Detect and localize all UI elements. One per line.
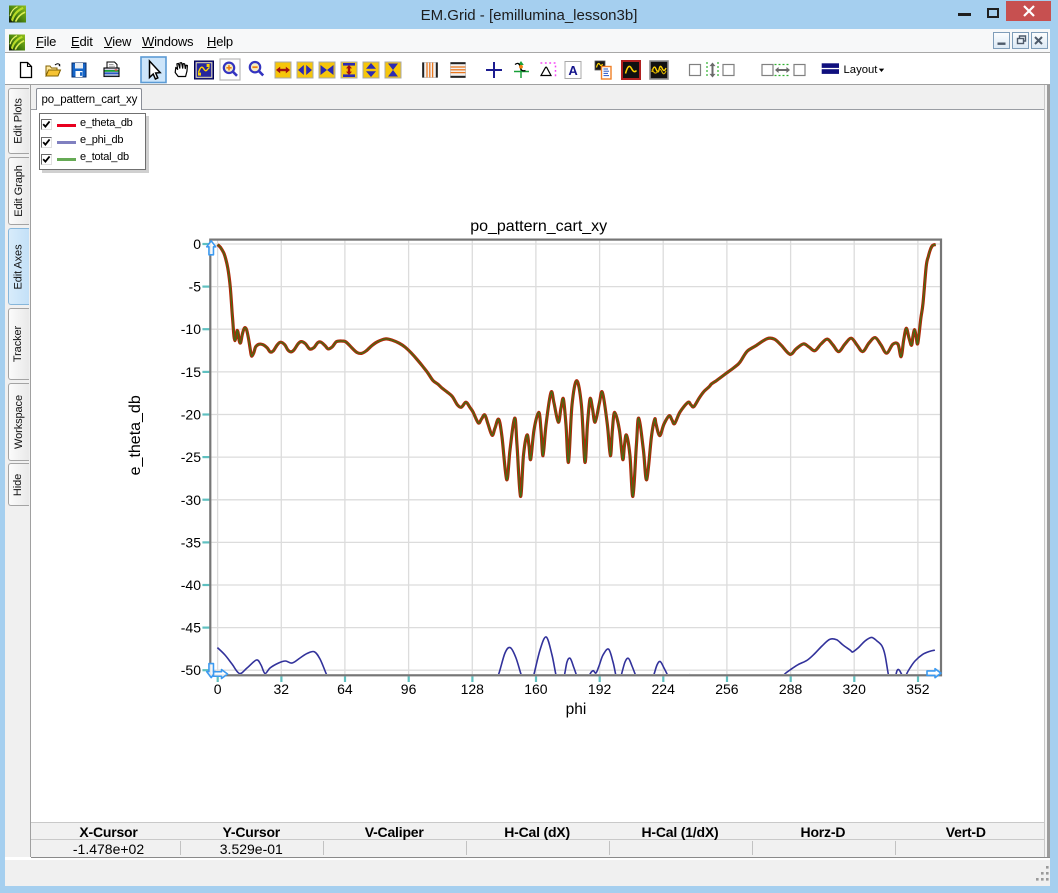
- svg-text:256: 256: [715, 681, 739, 697]
- svg-text:160: 160: [524, 681, 548, 697]
- svg-text:-35: -35: [181, 534, 201, 550]
- svg-text:-30: -30: [181, 492, 201, 508]
- svg-text:-10: -10: [181, 321, 201, 337]
- svg-text:-20: -20: [181, 407, 201, 423]
- svg-text:224: 224: [652, 681, 676, 697]
- svg-text:A: A: [568, 63, 578, 78]
- svg-text:192: 192: [588, 681, 612, 697]
- svg-text:phi: phi: [566, 701, 587, 718]
- svg-text:-45: -45: [181, 620, 201, 636]
- svg-text:-50: -50: [181, 662, 201, 678]
- svg-text:0: 0: [214, 681, 222, 697]
- svg-text:-15: -15: [181, 364, 201, 380]
- svg-text:288: 288: [779, 681, 803, 697]
- svg-text:-25: -25: [181, 449, 201, 465]
- svg-text:352: 352: [906, 681, 930, 697]
- svg-text:-40: -40: [181, 577, 201, 593]
- svg-text:0: 0: [193, 236, 201, 252]
- svg-text:e_theta_db: e_theta_db: [127, 395, 144, 475]
- svg-text:Layout: Layout: [844, 64, 879, 76]
- svg-text:po_pattern_cart_xy: po_pattern_cart_xy: [470, 218, 607, 235]
- svg-text:64: 64: [337, 681, 353, 697]
- svg-text:128: 128: [461, 681, 485, 697]
- svg-text:32: 32: [274, 681, 290, 697]
- svg-text:-5: -5: [189, 279, 202, 295]
- svg-text:320: 320: [843, 681, 867, 697]
- svg-text:96: 96: [401, 681, 417, 697]
